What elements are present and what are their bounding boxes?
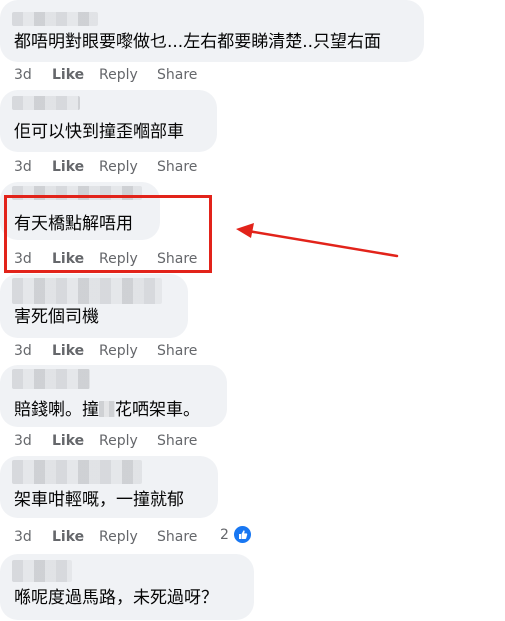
comments-screenshot: 都唔明對眼要嚟做乜...左右都要睇清楚..只望右面 3d Like Reply … [0, 0, 505, 621]
annotation-arrow [236, 223, 399, 258]
